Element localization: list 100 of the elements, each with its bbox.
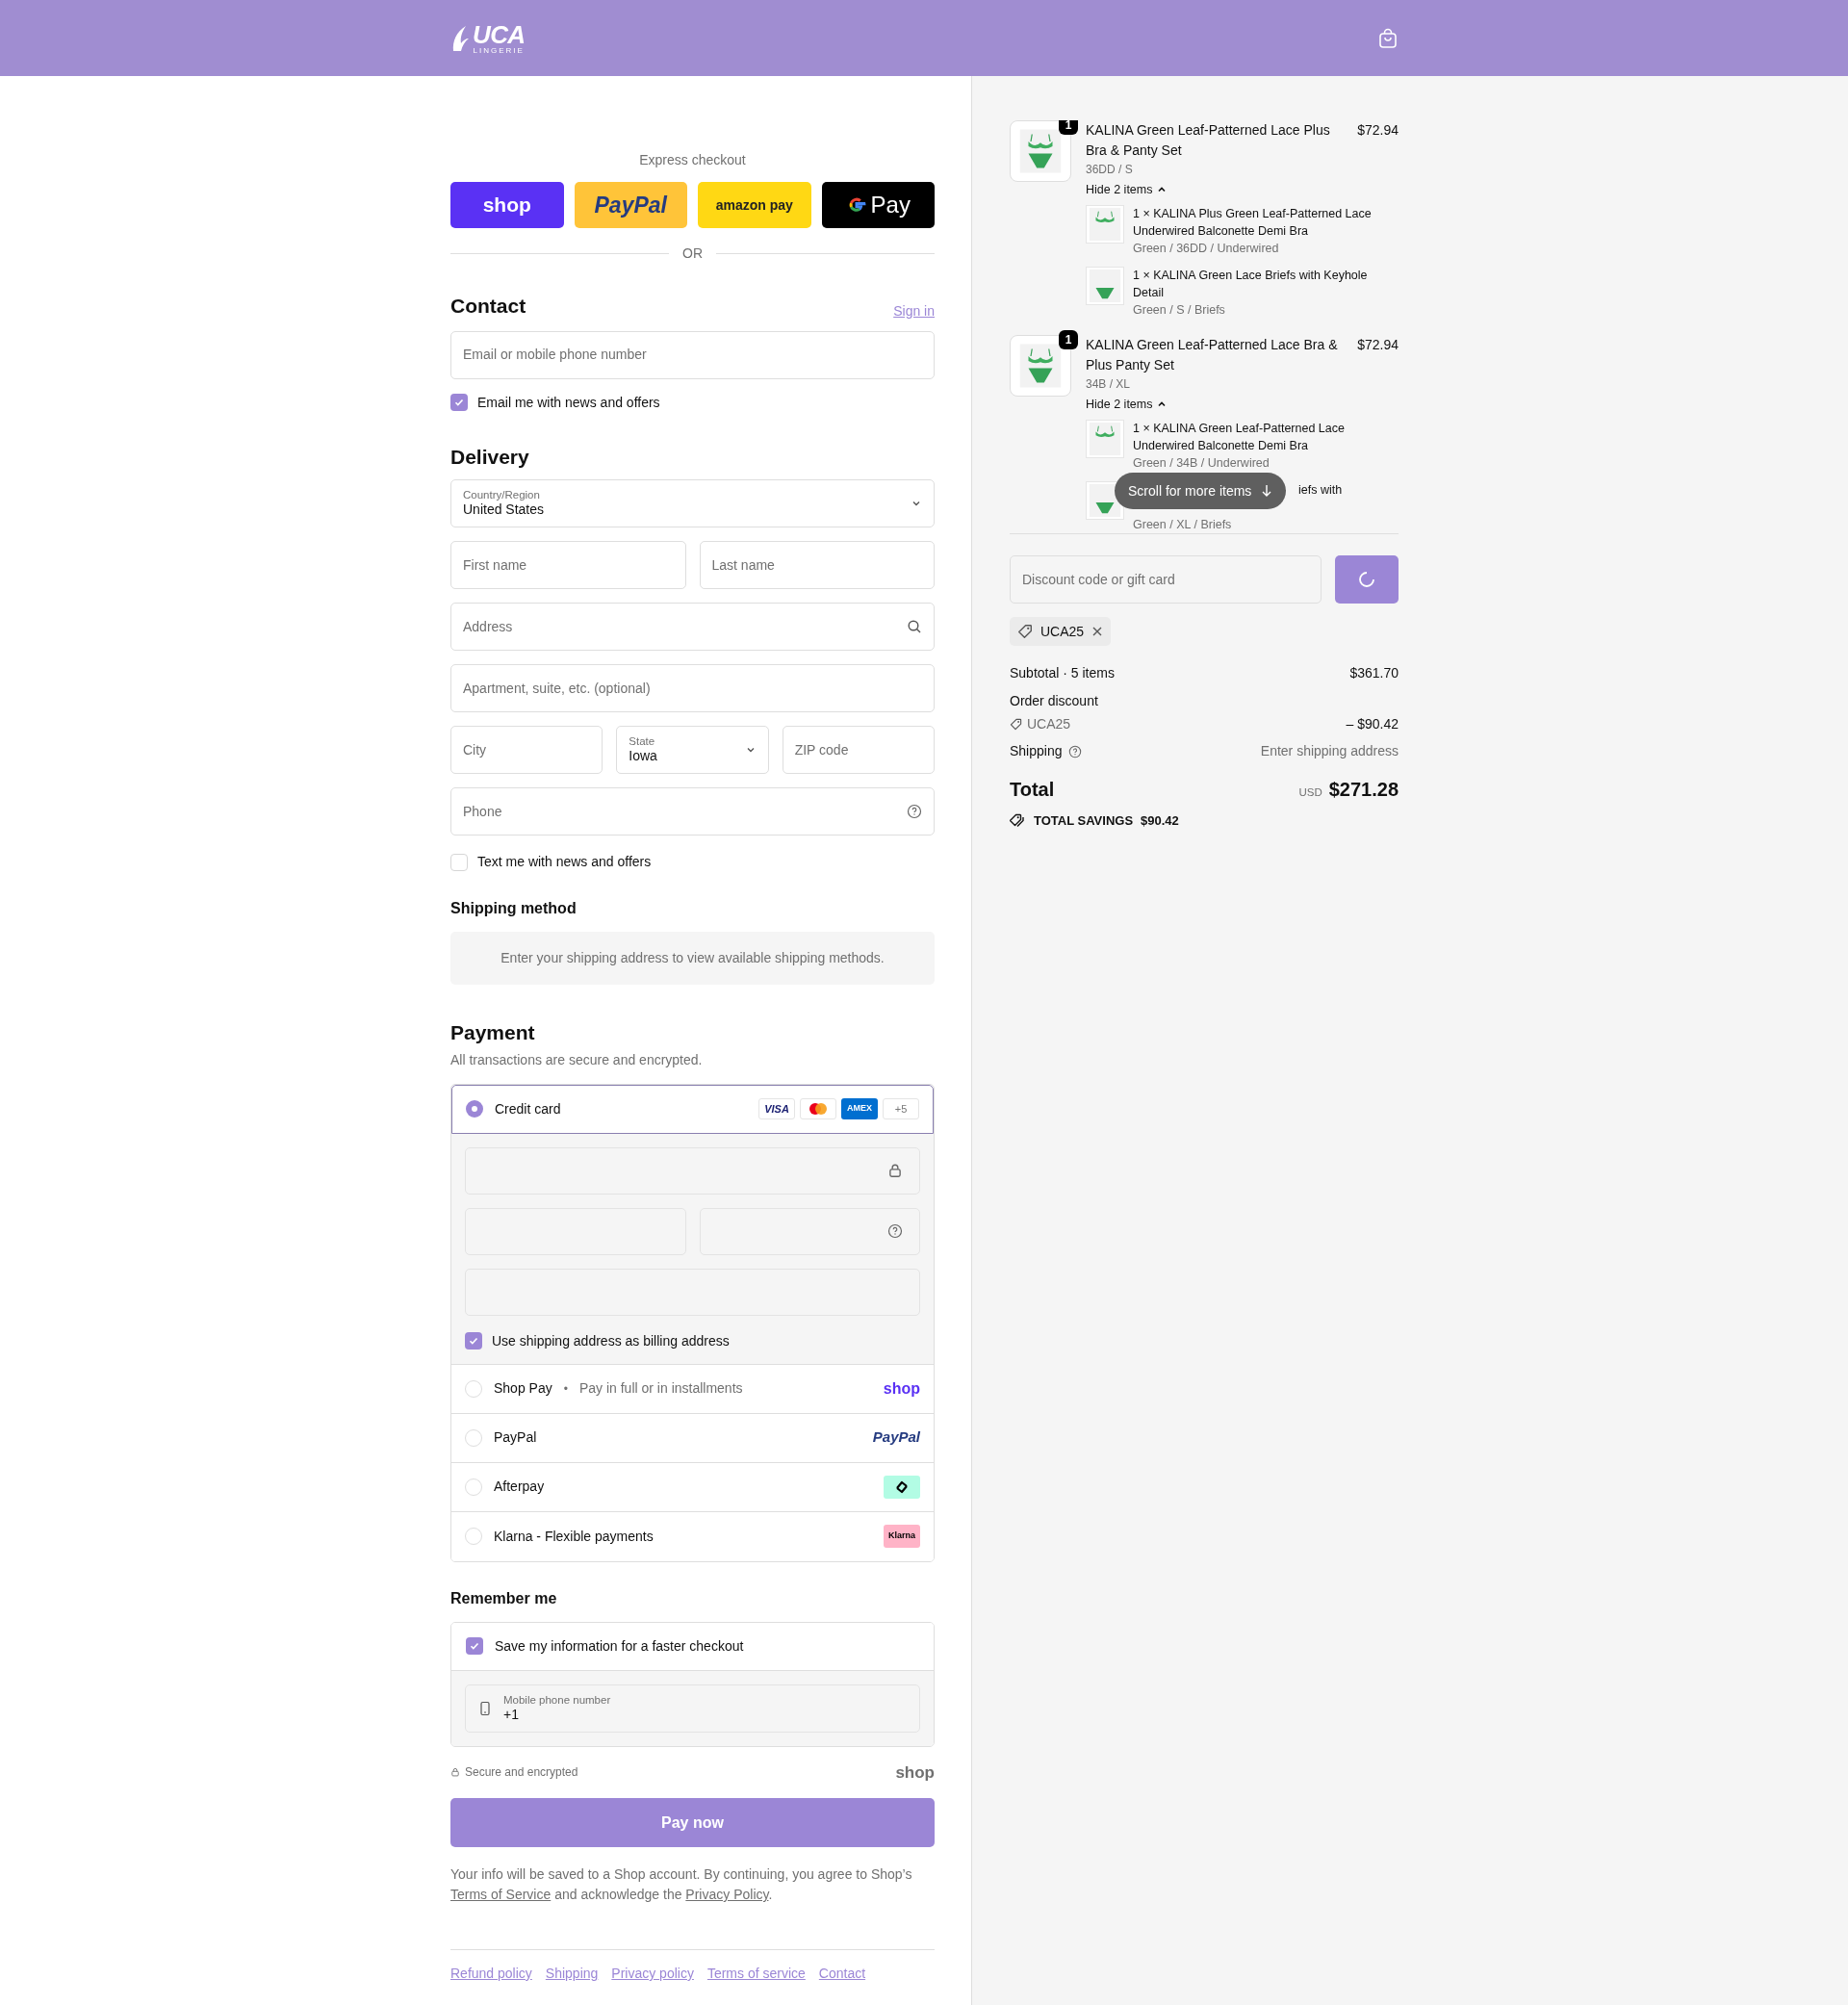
scroll-hint-label: Scroll for more items (1128, 481, 1252, 501)
radio-button[interactable] (465, 1428, 482, 1447)
product-title: KALINA Green Leaf-Patterned Lace Bra & Plus Panty Set (1086, 335, 1339, 374)
arrow-down-icon (1261, 484, 1273, 498)
close-icon[interactable] (1091, 626, 1104, 637)
scroll-hint-pill[interactable]: Scroll for more items (1115, 473, 1287, 509)
loading-spinner-icon (1357, 570, 1376, 589)
apartment-field[interactable]: Apartment, suite, etc. (optional) (450, 664, 935, 712)
footer-link[interactable]: Contact (818, 1964, 866, 1984)
savings-amount: $90.42 (1141, 812, 1179, 830)
check-icon (453, 397, 465, 408)
checkbox[interactable] (465, 1332, 482, 1350)
discount-code: UCA25 (1040, 622, 1085, 641)
bundle-item-variant: Green / XL / Briefs (1133, 516, 1232, 533)
discount-code: UCA25 (1027, 715, 1071, 733)
checkbox[interactable] (450, 853, 468, 871)
summary-value: Enter shipping address (1260, 742, 1399, 760)
checkbox[interactable] (466, 1637, 483, 1655)
help-icon[interactable] (907, 804, 922, 819)
legal-text: Your info will be saved to a Shop account. By continuing, you agree to Shop’s Terms of Service and acknowledge the Privacy Policy. (450, 1865, 913, 1904)
checkbox-label: Use shipping address as billing address (492, 1331, 730, 1350)
logo-subtitle: LINGERIE (473, 46, 525, 55)
section-heading: Delivery (450, 444, 530, 470)
payment-option[interactable]: Credit card VISA AMEX +5 (451, 1084, 934, 1134)
search-icon (907, 619, 922, 634)
payment-option-label: Klarna - Flexible payments (494, 1527, 654, 1546)
security-code-field[interactable] (699, 1207, 920, 1255)
email-field[interactable]: Email or mobile phone number (450, 330, 935, 379)
help-icon[interactable] (1067, 744, 1082, 758)
field-label: State (629, 734, 656, 749)
shopping-bag-icon[interactable] (1378, 27, 1398, 49)
field-value: +1 (503, 1706, 520, 1724)
secure-note: Secure and encrypted (465, 1764, 578, 1782)
field-value: United States (463, 501, 546, 519)
footer-link[interactable]: Privacy policy (611, 1964, 694, 1984)
toggle-bundle-button[interactable]: Hide 2 items (1086, 181, 1168, 199)
toggle-bundle-button[interactable]: Hide 2 items (1086, 395, 1168, 414)
radio-button[interactable] (465, 1478, 482, 1496)
bundle-item-title: iefs with (1298, 481, 1343, 499)
summary-label: Order discount (1010, 692, 1099, 710)
help-icon[interactable] (887, 1223, 903, 1239)
total-amount: $271.28 (1328, 778, 1399, 802)
footer-link[interactable]: Terms of service (706, 1964, 806, 1984)
quantity-badge: 1 (1059, 120, 1078, 135)
discount-code-field[interactable]: Discount code or gift card (1010, 555, 1322, 604)
separator-dot: • (563, 1380, 568, 1398)
section-heading: Remember me (450, 1588, 558, 1608)
bundle-item-variant: Green / 34B / Underwired (1133, 454, 1270, 472)
bundle-item-variant: Green / 36DD / Underwired (1133, 240, 1279, 257)
apply-discount-button[interactable] (1335, 555, 1399, 604)
summary-value: – $90.42 (1346, 715, 1399, 733)
or-divider-label: OR (682, 244, 703, 263)
feather-logo-icon (450, 23, 470, 53)
amazon-pay-button[interactable]: amazon pay (698, 182, 811, 228)
afterpay-logo (884, 1475, 920, 1499)
pay-now-button[interactable]: Pay now (450, 1798, 935, 1847)
field-label: Country/Region (463, 488, 541, 502)
summary-label: Shipping (1010, 742, 1063, 760)
terms-link[interactable]: Terms of Service (450, 1887, 552, 1902)
paypal-button[interactable]: PayPal (574, 182, 687, 228)
bundle-item-title: 1 × KALINA Plus Green Leaf-Patterned Lace Underwired Balconette Demi Bra (1133, 205, 1373, 240)
section-heading: Payment (450, 1020, 536, 1045)
shop-pay-button[interactable]: shop (450, 182, 564, 228)
section-label: Express checkout (638, 151, 747, 169)
more-cards-badge: +5 (883, 1098, 919, 1119)
city-field[interactable]: City (450, 726, 603, 774)
amex-logo: AMEX (841, 1098, 878, 1119)
checkbox-label: Text me with news and offers (477, 853, 652, 871)
google-pay-button[interactable]: Pay (821, 182, 935, 228)
first-name-field[interactable]: First name (450, 541, 686, 589)
savings-label: TOTAL SAVINGS (1034, 812, 1134, 830)
bundle-item-variant: Green / S / Briefs (1133, 301, 1225, 319)
radio-button[interactable] (466, 1100, 483, 1118)
payment-option-note: Pay in full or in installments (578, 1379, 743, 1398)
currency-code: USD (1298, 784, 1322, 800)
zip-code-field[interactable]: ZIP code (782, 726, 935, 774)
checkbox-label: Email me with news and offers (477, 393, 660, 412)
footer-link[interactable]: Shipping (545, 1964, 599, 1984)
payment-option-label: Credit card (495, 1099, 562, 1118)
radio-button[interactable] (465, 1379, 482, 1398)
mastercard-logo (800, 1098, 836, 1119)
country-select[interactable]: Country/Region United States (450, 479, 935, 527)
mobile-phone-field[interactable]: Mobile phone number +1 (465, 1684, 920, 1733)
quantity-badge: 1 (1059, 329, 1078, 349)
phone-field[interactable]: Phone (450, 787, 935, 835)
product-variant: 36DD / S (1086, 162, 1134, 178)
checkbox[interactable] (450, 394, 468, 411)
state-select[interactable]: State Iowa (616, 726, 769, 774)
card-number-field[interactable] (465, 1146, 920, 1195)
sign-in-link[interactable]: Sign in (893, 300, 935, 321)
address-field[interactable]: Address (450, 603, 935, 651)
radio-button[interactable] (465, 1528, 482, 1545)
total-label: Total (1010, 778, 1055, 802)
summary-value: $361.70 (1349, 664, 1399, 682)
tags-icon (1010, 813, 1026, 829)
paypal-logo: PayPal (872, 1427, 920, 1448)
logo-wordmark: UCA (473, 21, 526, 47)
last-name-field[interactable]: Last name (699, 541, 935, 589)
klarna-logo: Klarna (884, 1525, 920, 1548)
footer-link[interactable]: Refund policy (450, 1964, 532, 1984)
